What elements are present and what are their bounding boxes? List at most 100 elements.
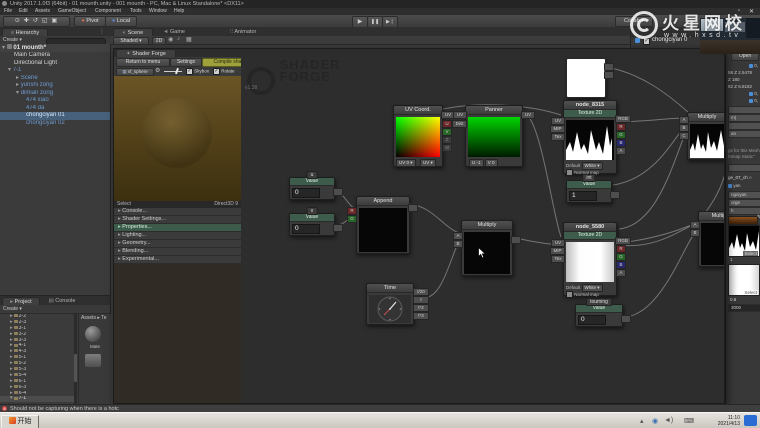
hierarchy-item[interactable]: ▾ dimian zong bbox=[0, 90, 110, 98]
menu-help[interactable]: Help bbox=[174, 8, 184, 14]
section-properties[interactable]: ▸ Properties... bbox=[114, 224, 241, 232]
input-port-tex[interactable]: Tex bbox=[551, 133, 565, 141]
tab-console[interactable]: ▤ Console bbox=[42, 297, 82, 305]
tab-animator[interactable]: ⁝⁝ Animator bbox=[220, 28, 266, 36]
input-port-b[interactable]: B bbox=[679, 124, 689, 132]
section-geometry[interactable]: ▸ Geometry... bbox=[114, 240, 241, 248]
tray-icon[interactable]: ▴ bbox=[640, 417, 644, 425]
value-input[interactable]: 0 bbox=[292, 188, 320, 198]
hierarchy-item[interactable]: ▾ 7-1 bbox=[0, 67, 110, 75]
node-int[interactable]: int Value 1 bbox=[566, 180, 612, 203]
value-input[interactable]: 1 bbox=[569, 191, 597, 201]
section-shader-settings[interactable]: ▸ Shader Settings... bbox=[114, 216, 241, 224]
output-port-rgb[interactable]: RGB bbox=[615, 237, 631, 245]
output-port-uv[interactable]: UV bbox=[521, 111, 535, 119]
section-blending[interactable]: ▸ Blending... bbox=[114, 248, 241, 256]
node-panner[interactable]: Panner U -1 V 0 UV Dist UV bbox=[465, 105, 523, 167]
section-lighting[interactable]: ▸ Lighting... bbox=[114, 232, 241, 240]
menu-tools[interactable]: Tools bbox=[130, 8, 142, 14]
menu-file[interactable]: File bbox=[4, 8, 12, 14]
output-port-g[interactable]: G bbox=[616, 131, 626, 139]
output-port-z[interactable]: Z bbox=[442, 136, 452, 144]
node-texture-white-top[interactable] bbox=[566, 58, 606, 98]
folder-row-selected[interactable]: ▾7-1 bbox=[0, 396, 74, 402]
settings-button[interactable]: Settings bbox=[170, 58, 202, 67]
normal-map-checkbox[interactable] bbox=[566, 169, 573, 176]
select-label[interactable]: Select bbox=[743, 251, 758, 256]
node-value-v[interactable]: v Value 0 bbox=[289, 213, 335, 236]
section-experimental[interactable]: ▸ Experimental... bbox=[114, 256, 241, 264]
output-port[interactable] bbox=[610, 191, 620, 199]
lighting-toggle-icon[interactable]: ◉ bbox=[168, 36, 173, 43]
preview-slider[interactable] bbox=[164, 71, 182, 72]
inspector-dropdown[interactable]: m) bbox=[728, 114, 760, 122]
select-label[interactable]: Select bbox=[743, 290, 758, 295]
select-label[interactable]: Select bbox=[117, 201, 131, 207]
node-time[interactable]: Time t/20 t t*2 t*3 bbox=[366, 283, 414, 325]
value-input[interactable]: 0 bbox=[292, 224, 320, 234]
input-port-a[interactable]: A bbox=[679, 116, 689, 124]
foldout-icon[interactable]: ▸ bbox=[16, 82, 19, 88]
menu-edit[interactable]: Edit bbox=[19, 8, 28, 14]
node-value-u[interactable]: u Value 0 bbox=[289, 177, 335, 200]
output-port-a[interactable]: A bbox=[616, 147, 626, 155]
output-port[interactable] bbox=[604, 63, 614, 71]
value-field[interactable]: 3000 bbox=[728, 304, 760, 312]
menu-component[interactable]: Component bbox=[95, 8, 121, 14]
pivot-button[interactable]: ● Pivot bbox=[74, 16, 106, 27]
breadcrumb[interactable]: Assets ▸ Te bbox=[79, 314, 111, 321]
output-port-v[interactable]: V bbox=[442, 128, 452, 136]
output-port-w[interactable]: W bbox=[442, 144, 452, 152]
output-port[interactable] bbox=[333, 224, 343, 232]
local-button[interactable]: ● Local bbox=[105, 16, 137, 27]
uv-channel-dropdown[interactable]: UV 0 ▾ bbox=[396, 159, 416, 167]
node-touming[interactable]: touming Value 0 bbox=[575, 304, 623, 327]
return-to-menu-button[interactable]: Return to menu bbox=[116, 58, 170, 67]
normal-map-checkbox[interactable] bbox=[566, 291, 573, 298]
inspector-dropdown[interactable] bbox=[728, 106, 760, 114]
shaded-dropdown[interactable]: Shaded ▾ bbox=[113, 37, 149, 45]
taskbar-clock[interactable]: 11:10 2021/4/13 bbox=[702, 415, 740, 427]
output-port-t[interactable]: t bbox=[413, 296, 429, 304]
transform-tools[interactable]: ⊙✚↺◱▣ bbox=[3, 16, 70, 27]
node-tex-5580[interactable]: node_5580 Texture 2D Default White ▾ Nor… bbox=[563, 222, 617, 296]
hierarchy-item[interactable]: ▸ Scene bbox=[0, 75, 110, 83]
panel-menu-icon[interactable]: ⋮ bbox=[99, 28, 105, 35]
hierarchy-item[interactable]: 474 da bbox=[0, 105, 110, 113]
audio-toggle-icon[interactable]: ♪ bbox=[177, 36, 180, 42]
foldout-icon[interactable]: ▸ bbox=[16, 75, 19, 81]
foldout-icon[interactable]: ▾ bbox=[16, 90, 19, 96]
sf-shader-preview[interactable] bbox=[114, 76, 242, 201]
hierarchy-item[interactable]: ▸ yunshi zong bbox=[0, 82, 110, 90]
hierarchy-item-selected[interactable]: chongciyan 01 bbox=[0, 112, 110, 120]
node-multiply-mid[interactable]: Multiply A B bbox=[461, 220, 513, 276]
inspector-dropdown[interactable]: h bbox=[728, 207, 760, 215]
hierarchy-item[interactable]: Directional Light bbox=[0, 60, 110, 68]
input-port-b[interactable]: B bbox=[453, 240, 463, 248]
asset-thumbnail[interactable] bbox=[85, 354, 101, 367]
section-console[interactable]: ▸ Console... bbox=[114, 208, 241, 216]
tray-network-icon[interactable]: ◉ bbox=[652, 417, 658, 425]
effects-toggle-icon[interactable]: ▦ bbox=[186, 36, 192, 43]
node-tex-8315[interactable]: node_8315 Texture 2D Default White ▾ Nor… bbox=[563, 100, 617, 174]
shader-dropdown[interactable]: ngciyan bbox=[728, 191, 760, 199]
shader-row[interactable]: orge bbox=[728, 199, 760, 207]
menu-assets[interactable]: Assets bbox=[35, 8, 50, 14]
input-port-uv[interactable]: UV bbox=[453, 111, 467, 119]
input-port-mip[interactable]: MIP bbox=[550, 125, 565, 133]
menu-window[interactable]: Window bbox=[149, 8, 167, 14]
texture-thumb-white[interactable]: Select bbox=[728, 264, 760, 296]
scene-root-row[interactable]: ▾ 01 mounth* bbox=[0, 44, 110, 52]
output-port-t3[interactable]: t*3 bbox=[413, 312, 429, 320]
value-input[interactable]: 0 bbox=[578, 315, 606, 325]
input-method-button[interactable] bbox=[744, 415, 757, 426]
inspector-dropdown[interactable] bbox=[728, 164, 760, 172]
hierarchy-item[interactable]: Main Camera bbox=[0, 52, 110, 60]
2d-toggle[interactable]: 2D bbox=[152, 37, 166, 45]
input-port-g[interactable]: G bbox=[347, 215, 357, 223]
create-button[interactable]: Create ▾ bbox=[3, 37, 22, 43]
menu-gameobject[interactable]: GameObject bbox=[58, 8, 86, 14]
output-port[interactable] bbox=[604, 71, 614, 79]
gear-icon[interactable]: ⚙ bbox=[155, 67, 160, 74]
output-port-g[interactable]: G bbox=[616, 253, 626, 261]
